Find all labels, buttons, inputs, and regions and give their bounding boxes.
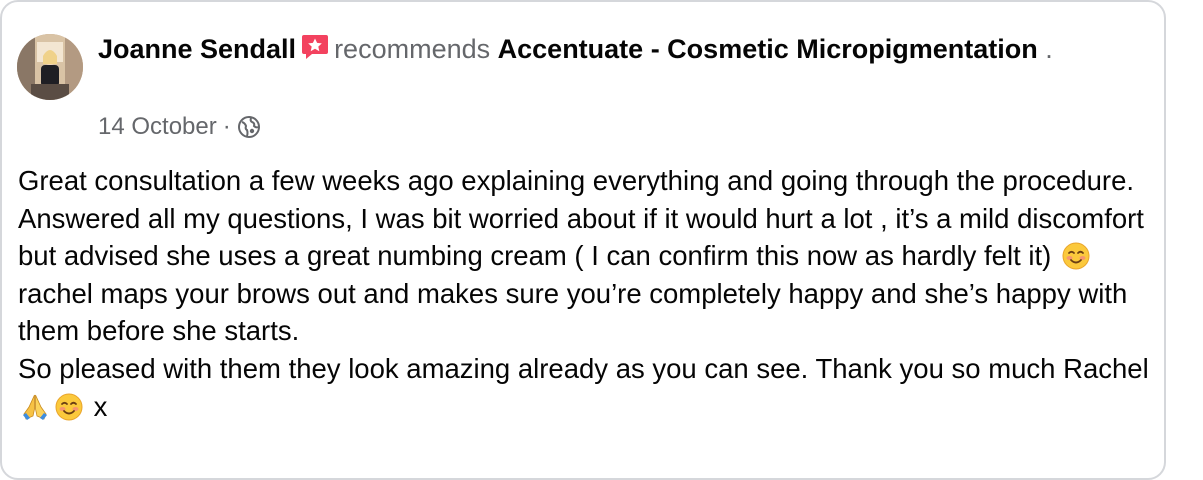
body-text-end: x — [93, 390, 108, 422]
post-paragraph-1: Great consultation a few weeks ago expla… — [18, 162, 1158, 350]
post-meta: 14 October · — [98, 112, 261, 142]
body-text-part-2: rachel maps your brows out and makes sur… — [18, 277, 1128, 347]
recommend-star-icon — [300, 32, 330, 62]
post-title-line: Joanne Sendall recommends Accentuate - C… — [98, 30, 1098, 68]
smiling-face-emoji — [54, 392, 84, 422]
recommends-verb: recommends — [334, 34, 491, 64]
body-text-part-1: Great consultation a few weeks ago expla… — [18, 165, 1144, 272]
post-date[interactable]: 14 October — [98, 112, 217, 142]
post-body: Great consultation a few weeks ago expla… — [18, 162, 1158, 425]
globe-icon[interactable] — [237, 115, 261, 139]
avatar[interactable] — [17, 34, 83, 100]
author-name[interactable]: Joanne Sendall — [98, 34, 296, 64]
post-header: Joanne Sendall recommends Accentuate - C… — [98, 30, 1098, 68]
page-name-link[interactable]: Accentuate - Cosmetic Micropigmentation — [498, 34, 1038, 64]
trailing-dot: . — [1045, 34, 1053, 64]
body-text-part-3: So pleased with them they look amazing a… — [18, 352, 1149, 384]
post-paragraph-2: So pleased with them they look amazing a… — [18, 350, 1158, 425]
post-card: Joanne Sendall recommends Accentuate - C… — [0, 0, 1166, 480]
smiling-face-emoji — [1061, 241, 1091, 271]
meta-separator: · — [222, 113, 231, 140]
folded-hands-emoji — [20, 392, 50, 422]
